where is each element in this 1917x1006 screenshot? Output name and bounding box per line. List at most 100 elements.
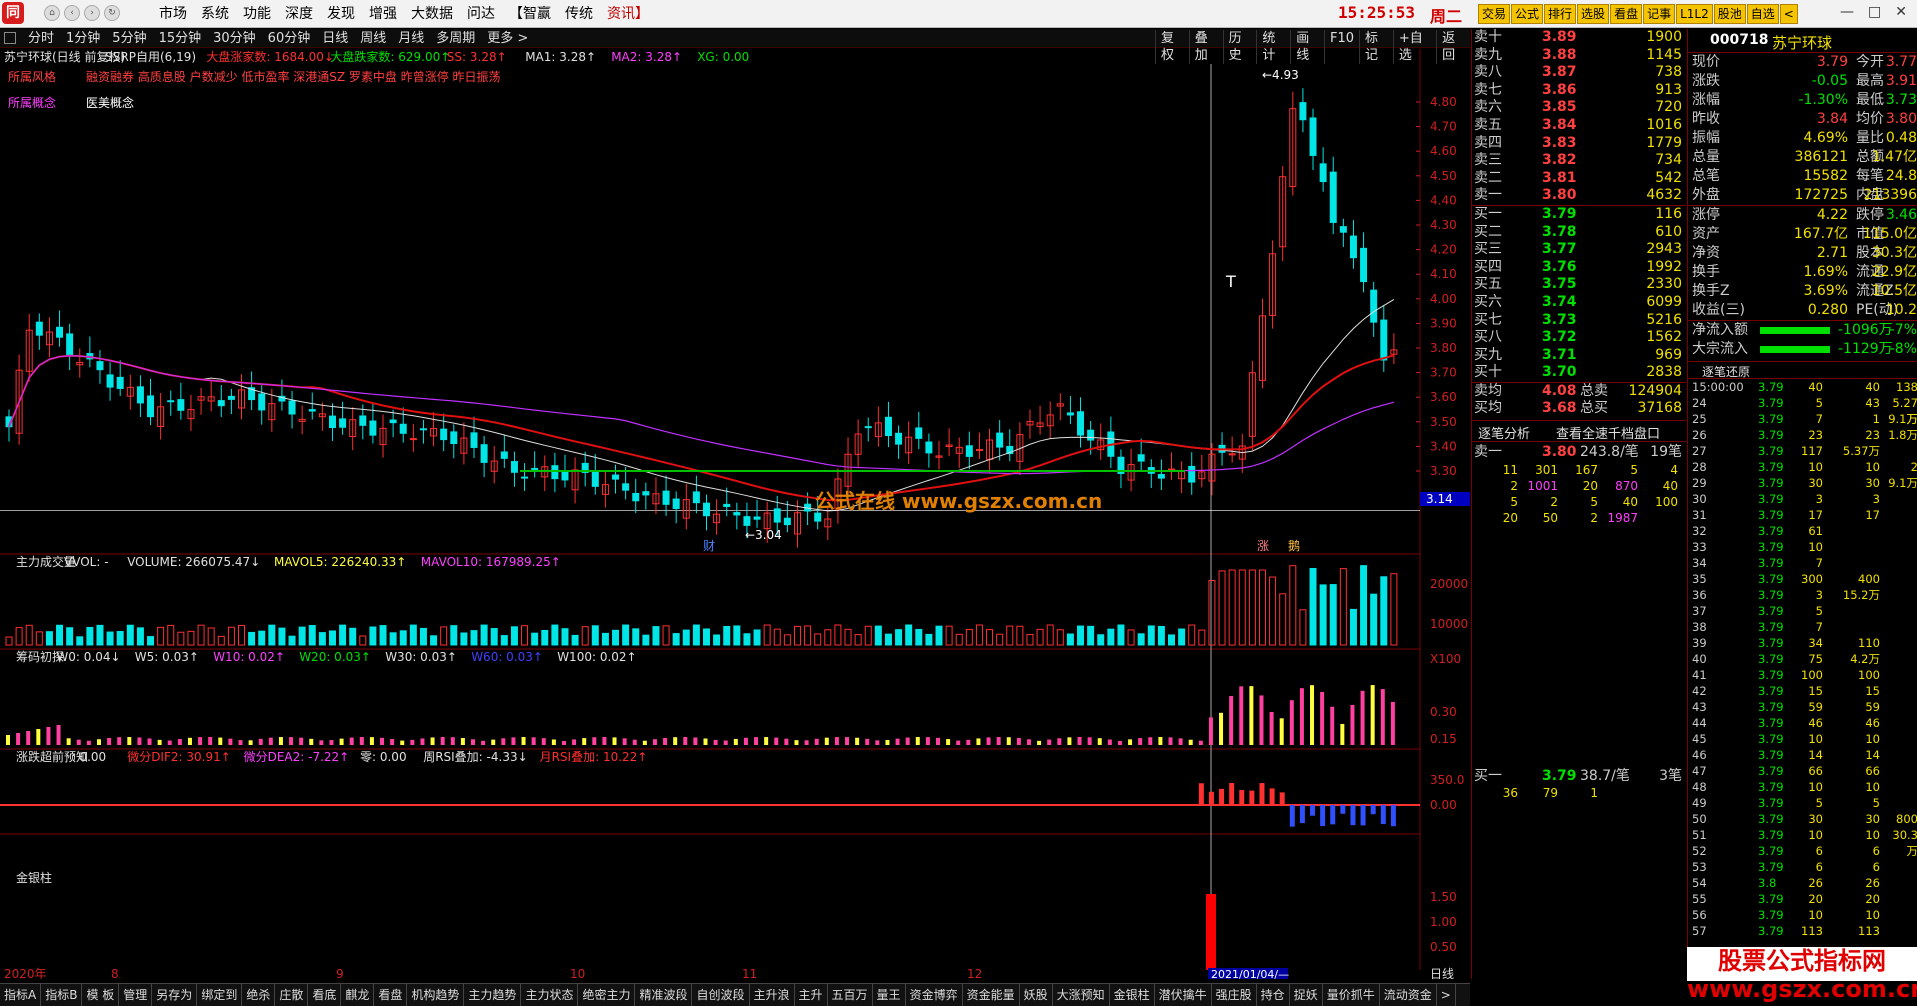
quick-button-3[interactable]: 选股 [1577, 4, 1610, 24]
indicator-tab-22[interactable]: 资金能量 [963, 984, 1020, 1006]
quick-button-9[interactable]: < [1779, 4, 1798, 24]
indicator-tab-17[interactable]: 主升浪 [750, 984, 795, 1006]
menu-market[interactable]: 市场 [152, 4, 194, 24]
menu-bigdata[interactable]: 大数据 [404, 4, 460, 24]
quick-button-4[interactable]: 看盘 [1610, 4, 1643, 24]
indicator-tab-19[interactable]: 五百万 [828, 984, 873, 1006]
menu-zhiying[interactable]: 【智赢 [502, 4, 558, 24]
buy-level-3[interactable]: 买四 3.76 1992 [1472, 259, 1686, 277]
home-icon[interactable]: ⌂ [44, 5, 60, 21]
quick-button-7[interactable]: 股池 [1713, 4, 1746, 24]
close-icon[interactable]: ✕ [1895, 4, 1907, 20]
indicator-tab-3[interactable]: 管理 [119, 984, 153, 1006]
buy-level-7[interactable]: 买八 3.72 1562 [1472, 329, 1686, 347]
indicator-tab-30[interactable]: 量价抓牛 [1323, 984, 1380, 1006]
indicator-tab-21[interactable]: 资金博弈 [906, 984, 963, 1006]
sell-level-6[interactable]: 卖四 3.83 1779 [1472, 135, 1686, 153]
indicator-tab-31[interactable]: 流动资金 [1380, 984, 1437, 1006]
menu-depth[interactable]: 深度 [278, 4, 320, 24]
maximize-icon[interactable]: □ [1868, 4, 1881, 20]
buy-level-6[interactable]: 买七 3.73 5216 [1472, 312, 1686, 330]
buy-level-2[interactable]: 买三 3.77 2943 [1472, 241, 1686, 259]
indicator-tab-10[interactable]: 看盘 [374, 984, 408, 1006]
indicator-tab-1[interactable]: 指标B [41, 984, 83, 1006]
indicator-tab-7[interactable]: 庄散 [275, 984, 309, 1006]
panel-toggle-icon[interactable] [4, 32, 16, 44]
forward-icon[interactable]: › [84, 5, 100, 21]
indicator-tab-25[interactable]: 金银柱 [1110, 984, 1155, 1006]
refresh-icon[interactable]: ↻ [104, 5, 120, 21]
indicator-tab-32[interactable]: > [1437, 984, 1456, 1006]
period-tab-6[interactable]: 日线 [316, 30, 354, 47]
sell-level-9[interactable]: 卖一 3.80 4632 [1472, 187, 1686, 205]
indicator-tab-12[interactable]: 主力趋势 [464, 984, 522, 1006]
period-tab-7[interactable]: 周线 [354, 30, 392, 47]
indicator-tab-13[interactable]: 主力状态 [521, 984, 579, 1006]
indicator-tab-24[interactable]: 大涨预知 [1053, 984, 1110, 1006]
menu-enhance[interactable]: 增强 [362, 4, 404, 24]
minimize-icon[interactable]: — [1840, 4, 1854, 20]
buy-level-9[interactable]: 买十 3.70 2838 [1472, 364, 1686, 382]
sell-level-3[interactable]: 卖七 3.86 913 [1472, 82, 1686, 100]
sell-level-0[interactable]: 卖十 3.89 1900 [1472, 29, 1686, 47]
period-tab-2[interactable]: 5分钟 [106, 30, 152, 47]
quick-button-0[interactable]: 交易 [1478, 4, 1511, 24]
macd-bar [1310, 805, 1316, 816]
sell-level-5[interactable]: 卖五 3.84 1016 [1472, 117, 1686, 135]
quick-button-5[interactable]: 记事 [1643, 4, 1676, 24]
sell-level-7[interactable]: 卖三 3.82 734 [1472, 152, 1686, 170]
quick-button-2[interactable]: 排行 [1544, 4, 1577, 24]
indicator-tab-16[interactable]: 自创波段 [692, 984, 750, 1006]
tick-analysis-button[interactable]: 逐笔分析 [1478, 423, 1530, 442]
period-tab-4[interactable]: 30分钟 [207, 30, 262, 47]
indicator-tab-4[interactable]: 另存为 [152, 984, 198, 1006]
indicator-tab-11[interactable]: 机构趋势 [407, 984, 465, 1006]
sell-level-2[interactable]: 卖八 3.87 738 [1472, 64, 1686, 82]
quick-button-1[interactable]: 公式 [1511, 4, 1544, 24]
menu-traditional[interactable]: 传统 [558, 4, 600, 24]
menu-function[interactable]: 功能 [236, 4, 278, 24]
full-depth-button[interactable]: 查看全速千档盘口 [1556, 423, 1660, 442]
indicator-tab-6[interactable]: 绝杀 [242, 984, 276, 1006]
indicator-tab-27[interactable]: 强庄股 [1212, 984, 1257, 1006]
back-icon[interactable]: ‹ [64, 5, 80, 21]
buy-level-8[interactable]: 买九 3.71 969 [1472, 347, 1686, 365]
menu-news[interactable]: 资讯】 [600, 4, 656, 24]
indicator-tab-28[interactable]: 持仓 [1257, 984, 1290, 1006]
indicator-tab-18[interactable]: 主升 [795, 984, 828, 1006]
buy-level-0[interactable]: 买一 3.79 116 [1472, 206, 1686, 224]
indicator-tab-8[interactable]: 看底 [308, 984, 342, 1006]
menu-discover[interactable]: 发现 [320, 4, 362, 24]
sell-level-8[interactable]: 卖二 3.81 542 [1472, 170, 1686, 188]
tick-vol: 7 [1815, 620, 1823, 634]
indicator-tab-14[interactable]: 绝密主力 [578, 984, 636, 1006]
indicator-tab-2[interactable]: 模 板 [82, 984, 120, 1006]
chart-area[interactable]: 4.80 4.70 4.60 4.50 4.40 4.30 4.20 4.10 4.00 3.90… [0, 49, 1470, 981]
indicator-tab-23[interactable]: 妖股 [1020, 984, 1053, 1006]
period-tab-0[interactable]: 分时 [22, 30, 60, 47]
menu-system[interactable]: 系统 [194, 4, 236, 24]
buy-level-1[interactable]: 买二 3.78 610 [1472, 224, 1686, 242]
sell-level-4[interactable]: 卖六 3.85 720 [1472, 99, 1686, 117]
indicator-tab-29[interactable]: 捉妖 [1290, 984, 1323, 1006]
period-tab-10[interactable]: 更多 > [481, 30, 534, 47]
period-tab-5[interactable]: 60分钟 [262, 30, 317, 47]
period-tab-8[interactable]: 月线 [392, 30, 430, 47]
buy-level-4[interactable]: 买五 3.75 2330 [1472, 276, 1686, 294]
indicator-tab-0[interactable]: 指标A [0, 984, 42, 1006]
quick-button-6[interactable]: L1L2 [1676, 4, 1713, 24]
period-tab-9[interactable]: 多周期 [430, 30, 481, 47]
buy-level-5[interactable]: 买六 3.74 6099 [1472, 294, 1686, 312]
period-tab-1[interactable]: 1分钟 [60, 30, 106, 47]
period-tab-3[interactable]: 15分钟 [153, 30, 208, 47]
indicator-tab-20[interactable]: 量王 [873, 984, 906, 1006]
indicator-tab-26[interactable]: 潜伏擒牛 [1155, 984, 1212, 1006]
indicator-tab-9[interactable]: 麒龙 [341, 984, 375, 1006]
indicator-tab-15[interactable]: 精准波段 [635, 984, 693, 1006]
quick-button-8[interactable]: 自选 [1746, 4, 1779, 24]
volume-bar [147, 636, 155, 646]
sell-level-1[interactable]: 卖九 3.88 1145 [1472, 47, 1686, 65]
menu-wenda[interactable]: 问达 [460, 4, 502, 24]
kline-chart[interactable]: 4.80 4.70 4.60 4.50 4.40 4.30 4.20 4.10 4.00 3.90… [0, 49, 1470, 981]
indicator-tab-5[interactable]: 绑定到 [197, 984, 243, 1006]
